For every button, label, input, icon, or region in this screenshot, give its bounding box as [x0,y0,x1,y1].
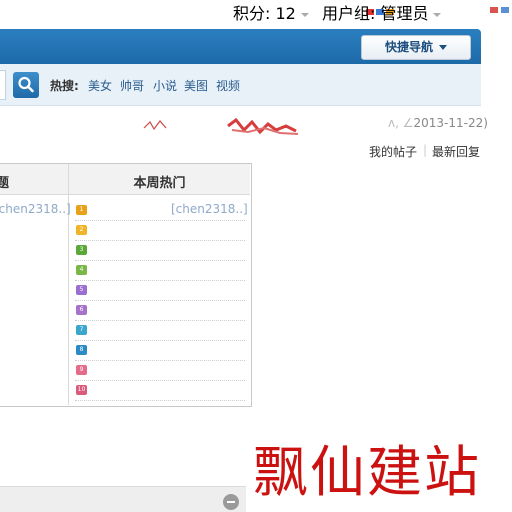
hot-list-item[interactable]: 4 [75,260,245,281]
hot-link-handsome[interactable]: 帅哥 [120,77,144,94]
rank-badge-icon: 2 [76,225,87,235]
redacted-scribble-icon [143,117,299,135]
latest-reply-link[interactable]: 最新回复 [432,143,480,160]
chevron-down-icon [300,12,309,17]
rank-badge-icon: 4 [76,265,87,275]
weekly-hot-header: 本周热门 [133,176,186,191]
hot-list-item[interactable]: 1 [75,200,245,221]
hot-list-item[interactable]: 8 [75,340,245,361]
rank-badge-icon: 5 [76,285,87,295]
hot-list-item[interactable]: 5 [75,280,245,301]
quick-nav-label: 快捷导航 [384,40,433,54]
collapse-icon[interactable] [223,494,239,510]
hot-list-item[interactable]: 9 [75,360,245,381]
hot-search-label: 热搜: [50,79,79,93]
left-user-tag[interactable]: [chen2318..] [0,202,71,216]
points-menu[interactable]: 积分: 12 [233,0,309,24]
hot-link-pictures[interactable]: 美图 [184,77,208,94]
hot-link-video[interactable]: 视频 [216,77,240,94]
usergroup-label: 用户组: 管理员 [322,4,429,23]
my-posts-link[interactable]: 我的帖子 [369,143,417,160]
usergroup-menu[interactable]: 用户组: 管理员 [322,0,442,24]
hot-list-item[interactable]: 3 [75,240,245,261]
search-input[interactable] [0,70,6,100]
hot-link-novel[interactable]: 小说 [153,77,177,94]
column-divider [68,164,69,405]
rank-badge-icon: 1 [76,205,87,215]
watermark-text: 飘仙建站 [253,440,482,504]
bottom-bar [0,486,246,512]
hot-link-beauty[interactable]: 美女 [88,77,112,94]
rank-badge-icon: 6 [76,305,87,315]
rank-badge-icon: 3 [76,245,87,255]
date-text: ʌ, ∠2013-11-22) [388,116,488,130]
rank-badge-icon: 8 [76,345,87,355]
link-divider: | [423,143,428,157]
rank-badge-icon: 9 [76,365,87,375]
search-button[interactable] [13,72,39,98]
window-controls-icon [488,0,512,13]
left-column-header: 题 [0,176,10,191]
hot-list-item[interactable]: 6 [75,300,245,321]
chevron-down-icon [439,45,447,50]
rank-badge-icon: 7 [76,325,87,335]
hot-list-item[interactable]: 10 [75,380,245,401]
date-value: 2013-11-22) [413,116,488,130]
hot-list-item[interactable]: 7 [75,320,245,341]
chevron-down-icon [433,12,442,17]
rank-badge-icon: 10 [76,385,87,395]
hot-list-item[interactable]: 2 [75,220,245,241]
quick-nav-button[interactable]: 快捷导航 [361,35,471,60]
points-label: 积分: 12 [233,4,296,23]
search-icon [18,76,34,93]
